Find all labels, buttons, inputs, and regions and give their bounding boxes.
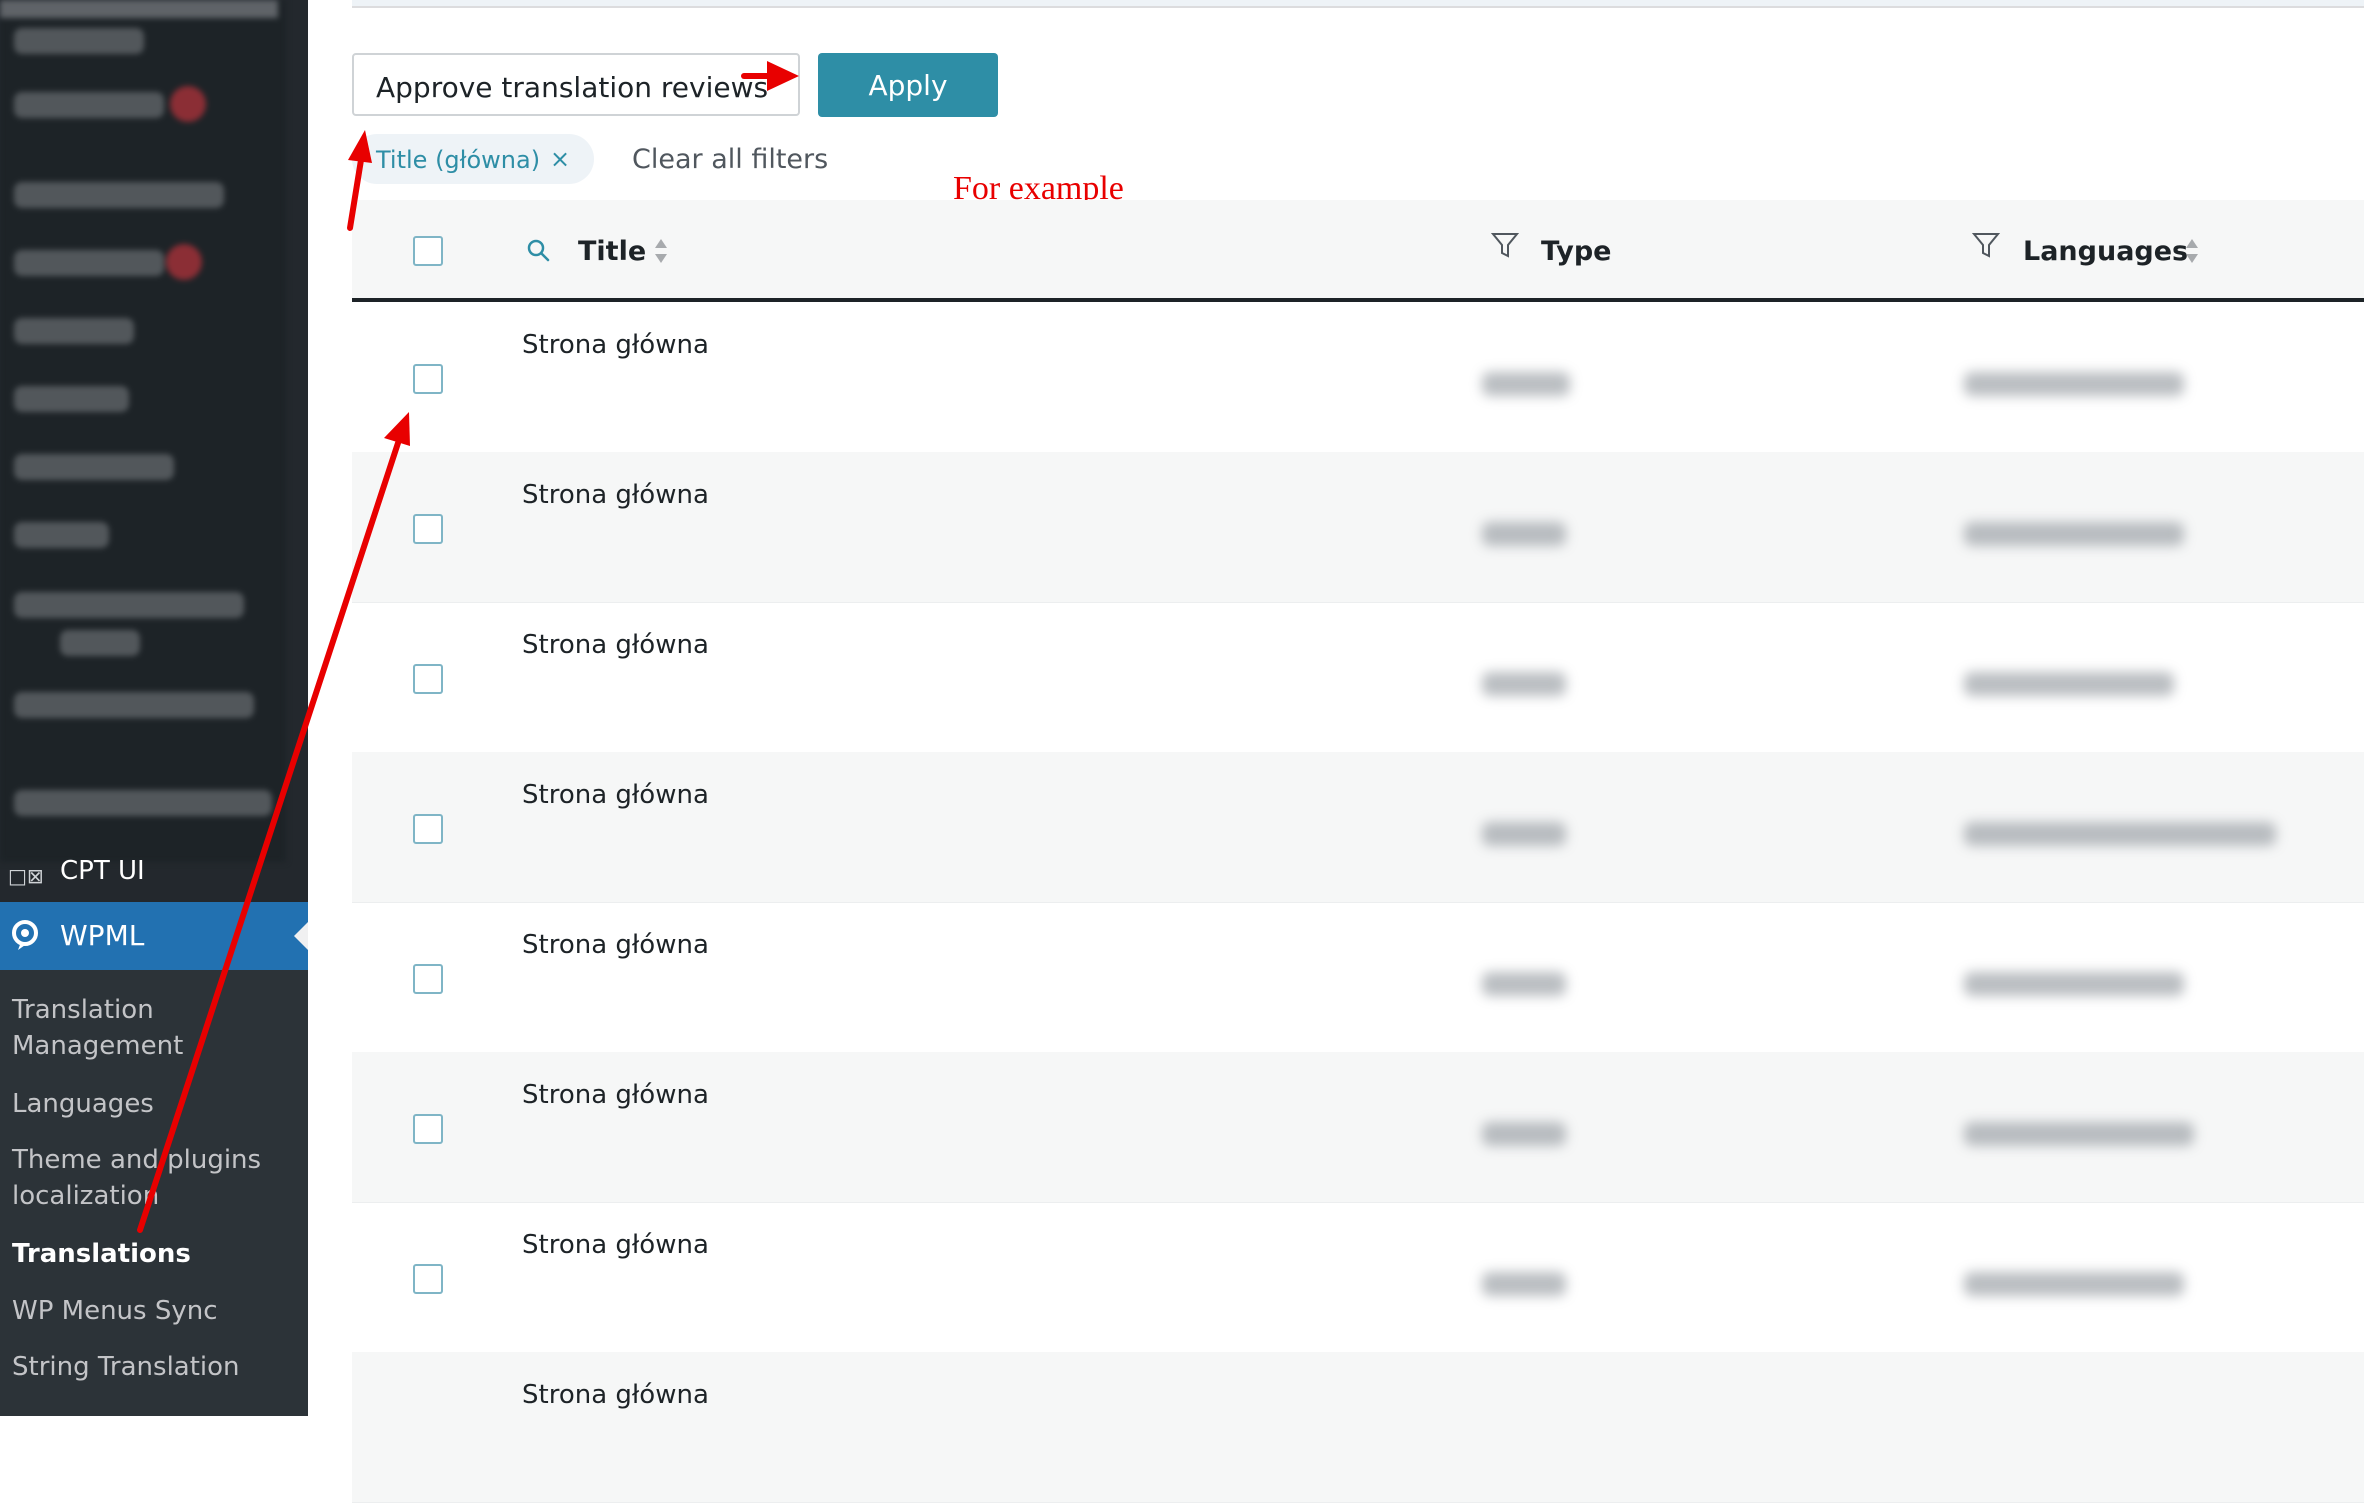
sidebar-item-wpml[interactable]: WPML — [0, 902, 308, 970]
blurred-languages — [1964, 822, 2276, 846]
sidebar-item-cpt-ui[interactable]: □⊠ CPT UI — [0, 852, 308, 900]
row-title[interactable]: Strona główna — [522, 330, 709, 360]
admin-sidebar: □⊠ CPT UI WPML Translation Management La… — [0, 0, 308, 1416]
blurred-type — [1482, 522, 1566, 546]
sort-icon[interactable] — [2185, 237, 2199, 265]
blurred-menu-item — [14, 386, 129, 412]
blurred-badge — [170, 86, 206, 122]
table-row: Strona główna — [352, 752, 2364, 903]
blurred-languages — [1964, 1122, 2194, 1146]
filter-chip-label: Title (główna) — [376, 146, 541, 174]
submenu-item-wp-menus-sync[interactable]: WP Menus Sync — [12, 1293, 302, 1329]
submenu-item-translations[interactable]: Translations — [12, 1236, 302, 1272]
blurred-type — [1482, 972, 1566, 996]
blurred-menu-item — [14, 692, 254, 718]
active-filter-chip: Title (główna) × — [352, 134, 594, 184]
table-row: Strona główna — [352, 1352, 2364, 1503]
blurred-menu-item — [14, 454, 174, 480]
clear-all-filters-link[interactable]: Clear all filters — [632, 144, 828, 175]
table-row: Strona główna — [352, 452, 2364, 603]
blurred-badge — [166, 244, 202, 280]
sort-icon[interactable] — [654, 237, 668, 265]
submenu-item-translation-management[interactable]: Translation Management — [12, 992, 302, 1064]
table-header: Title Type Languages — [352, 200, 2364, 302]
select-all-checkbox[interactable] — [413, 236, 443, 266]
bulk-action-value: Approve translation reviews — [376, 71, 769, 104]
row-checkbox[interactable] — [413, 664, 443, 694]
blurred-menu-item — [14, 592, 244, 618]
row-title[interactable]: Strona główna — [522, 480, 709, 510]
table-row: Strona główna — [352, 1052, 2364, 1203]
blurred-menu-item — [14, 318, 134, 344]
column-header-title[interactable]: Title — [578, 236, 646, 267]
sidebar-item-label: WPML — [60, 919, 145, 952]
row-checkbox[interactable] — [413, 814, 443, 844]
column-header-languages[interactable]: Languages — [2023, 236, 2188, 267]
blurred-languages — [1964, 672, 2174, 696]
row-title[interactable]: Strona główna — [522, 1380, 709, 1410]
active-pointer — [294, 922, 308, 950]
blurred-menu-item — [14, 522, 109, 548]
blurred-menu-area — [0, 0, 286, 862]
row-title[interactable]: Strona główna — [522, 780, 709, 810]
row-checkbox[interactable] — [413, 1114, 443, 1144]
blurred-menu-item — [14, 250, 164, 276]
bulk-action-select[interactable]: Approve translation reviews — [352, 53, 800, 116]
blurred-type — [1482, 1272, 1566, 1296]
apply-button[interactable]: Apply — [818, 53, 998, 117]
filter-icon[interactable] — [1490, 230, 1520, 260]
wpml-icon — [12, 920, 38, 950]
blurred-menu-item — [60, 630, 140, 656]
row-checkbox[interactable] — [413, 964, 443, 994]
blurred-menu-item — [14, 28, 144, 54]
table-row: Strona główna — [352, 902, 2364, 1053]
blurred-languages — [1964, 372, 2184, 396]
grid-icon: □⊠ — [8, 864, 44, 888]
table-row: Strona główna — [352, 1202, 2364, 1353]
blurred-menu-item — [14, 790, 272, 816]
sidebar-item-label: CPT UI — [60, 856, 145, 886]
filter-icon[interactable] — [1971, 230, 2001, 260]
column-header-type[interactable]: Type — [1541, 236, 1611, 267]
row-checkbox[interactable] — [413, 364, 443, 394]
close-icon[interactable]: × — [550, 145, 570, 173]
row-title[interactable]: Strona główna — [522, 630, 709, 660]
submenu-item-theme-plugins-localization[interactable]: Theme and plugins localization — [12, 1142, 302, 1214]
row-checkbox[interactable] — [413, 514, 443, 544]
wpml-submenu: Translation Management Languages Theme a… — [0, 970, 308, 1416]
blurred-menu-item — [14, 182, 224, 208]
top-panel-edge — [352, 0, 2364, 8]
blurred-strip — [0, 0, 278, 18]
blurred-languages — [1964, 1272, 2184, 1296]
submenu-item-languages[interactable]: Languages — [12, 1086, 302, 1122]
blurred-type — [1482, 822, 1566, 846]
submenu-item-string-translation[interactable]: String Translation — [12, 1349, 302, 1385]
table-row: Strona główna — [352, 302, 2364, 453]
blurred-type — [1482, 372, 1570, 396]
row-checkbox[interactable] — [413, 1264, 443, 1294]
blurred-languages — [1964, 972, 2184, 996]
blurred-languages — [1964, 522, 2184, 546]
row-title[interactable]: Strona główna — [522, 930, 709, 960]
blurred-menu-item — [14, 92, 164, 118]
row-title[interactable]: Strona główna — [522, 1080, 709, 1110]
table-row: Strona główna — [352, 602, 2364, 753]
row-title[interactable]: Strona główna — [522, 1230, 709, 1260]
blurred-type — [1482, 672, 1566, 696]
blurred-type — [1482, 1122, 1566, 1146]
search-icon[interactable] — [524, 236, 554, 266]
